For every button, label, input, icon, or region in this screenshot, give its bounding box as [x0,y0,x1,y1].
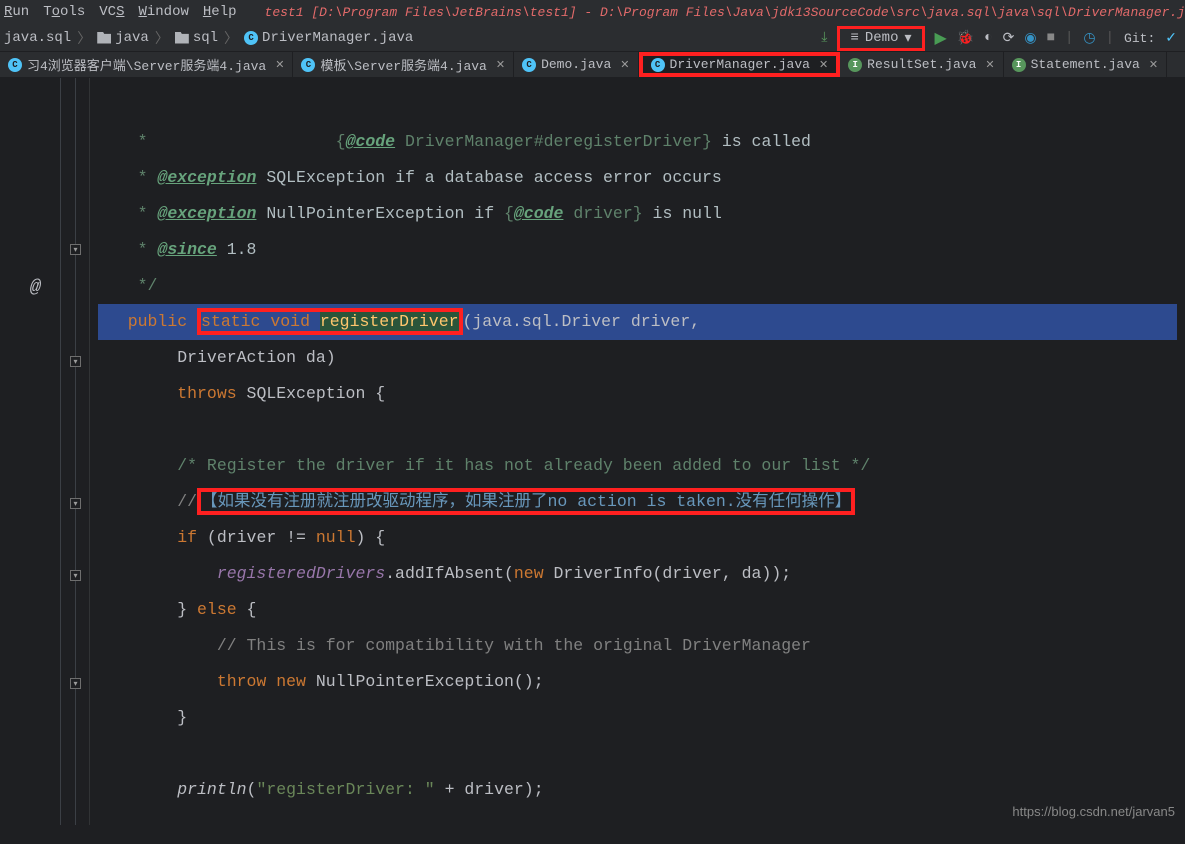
run-button[interactable]: ▶ [935,28,947,48]
watermark: https://blog.csdn.net/jarvan5 [1012,804,1175,819]
close-icon[interactable]: ✕ [275,58,284,72]
class-icon: C [301,58,315,72]
fold-marker[interactable]: ▾ [70,678,81,689]
debug-button[interactable]: 🐞 [957,30,974,47]
gauge-icon[interactable]: ◷ [1083,30,1095,47]
tab-bar: C习4浏览器客户端\Server服务端4.java✕ C模板\Server服务端… [0,52,1185,78]
tab-statement[interactable]: IStatement.java✕ [1004,52,1167,77]
class-icon: C [244,31,258,45]
menu-bar: RRunun Tools VCS Window Help test1 [D:\P… [0,0,1185,24]
class-icon: C [522,58,536,72]
git-update-icon[interactable]: ✓ [1165,30,1177,47]
folder-icon [97,32,111,44]
close-icon[interactable]: ✕ [819,58,828,72]
tab-demo[interactable]: CDemo.java✕ [514,52,638,77]
menu-vcs[interactable]: VCS [99,4,124,20]
tab-server4a[interactable]: C习4浏览器客户端\Server服务端4.java✕ [0,52,293,77]
gutter: ▾ @ ▾ ▾ ▾ ▾ [0,78,90,825]
crumb-folder-java[interactable]: java [97,30,149,46]
git-label: Git: [1124,31,1155,46]
override-marker[interactable]: @ [30,278,41,298]
hamburger-icon: ≡ [850,30,858,46]
interface-icon: I [848,58,862,72]
close-icon[interactable]: ✕ [620,58,629,72]
close-icon[interactable]: ✕ [985,58,994,72]
fold-marker[interactable]: ▾ [70,356,81,367]
menu-run[interactable]: RRunun [4,4,29,20]
crumb-file[interactable]: CDriverManager.java [244,30,413,46]
tab-server4b[interactable]: C模板\Server服务端4.java✕ [293,52,514,77]
fold-marker[interactable]: ▾ [70,244,81,255]
tab-drivermanager[interactable]: CDriverManager.java✕ [639,52,841,77]
code-area[interactable]: * {@code DriverManager#deregisterDriver}… [90,78,1185,825]
title-path: test1 [D:\Program Files\JetBrains\test1]… [265,5,1185,20]
coverage-icon[interactable]: ◐ [984,30,992,46]
tab-resultset[interactable]: IResultSet.java✕ [840,52,1003,77]
crumb-module[interactable]: java.sql [4,30,71,46]
fold-marker[interactable]: ▾ [70,570,81,581]
folder-icon [175,32,189,44]
close-icon[interactable]: ✕ [1149,58,1158,72]
build-icon[interactable]: ⤓ [821,30,827,46]
class-icon: C [651,58,665,72]
profiler-icon[interactable]: ⟳ [1003,30,1015,47]
menu-help[interactable]: Help [203,4,237,20]
attach-icon[interactable]: ◉ [1024,30,1036,47]
code-editor[interactable]: ▾ @ ▾ ▾ ▾ ▾ * {@code DriverManager#dereg… [0,78,1185,825]
toolbar: ⤓ ≡ Demo ▾ ▶ 🐞 ◐ ⟳ ◉ ■ | ◷ | Git: ✓ [821,24,1177,52]
dropdown-icon: ▾ [904,30,911,47]
run-config-selector[interactable]: ≡ Demo ▾ [837,26,924,51]
menu-window[interactable]: Window [138,4,188,20]
fold-marker[interactable]: ▾ [70,498,81,509]
interface-icon: I [1012,58,1026,72]
menu-tools[interactable]: Tools [43,4,85,20]
close-icon[interactable]: ✕ [496,58,505,72]
crumb-folder-sql[interactable]: sql [175,30,218,46]
class-icon: C [8,58,22,72]
stop-button[interactable]: ■ [1047,30,1055,46]
